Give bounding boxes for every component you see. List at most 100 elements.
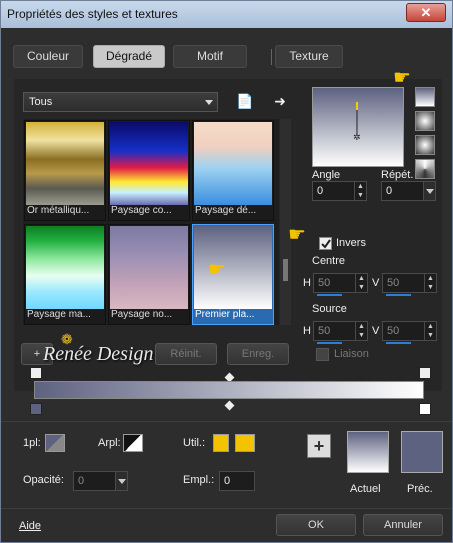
gradient-swatch[interactable]: Paysage dé... bbox=[192, 120, 274, 221]
opacite-spinner[interactable]: 0 bbox=[73, 471, 128, 491]
angle-spinner[interactable]: 0 ▲ ▼ bbox=[312, 181, 367, 201]
center-label: Centre bbox=[312, 255, 346, 267]
center-h-spinner[interactable]: 50 ▲ ▼ bbox=[313, 273, 368, 296]
arrow-right-icon[interactable]: ➜ bbox=[272, 93, 288, 109]
swatch-label: Paysage no... bbox=[111, 309, 173, 320]
library-selected: Tous bbox=[29, 96, 53, 108]
spinner-arrows-icon[interactable]: ▲ ▼ bbox=[355, 274, 367, 292]
center-v-slider[interactable] bbox=[386, 294, 411, 296]
center-h-label: H bbox=[303, 277, 311, 289]
save-button[interactable]: Enreg. bbox=[227, 343, 289, 365]
gradient-swatch[interactable]: Or métalliqu... bbox=[24, 120, 106, 221]
foreground-mode-button[interactable] bbox=[45, 434, 65, 452]
source-h-value: 50 bbox=[318, 325, 331, 337]
source-v-value: 50 bbox=[387, 325, 400, 337]
chevron-down-icon[interactable] bbox=[115, 472, 127, 490]
swatch-label: Paysage co... bbox=[111, 205, 172, 216]
gradient-editor-bar[interactable] bbox=[34, 381, 424, 399]
empl-label: Empl.: bbox=[183, 474, 215, 486]
invert-label: Invers bbox=[336, 237, 366, 249]
previous-swatch[interactable] bbox=[401, 431, 443, 473]
source-v-spinner[interactable]: 50 ▲ ▼ bbox=[382, 321, 437, 344]
spinner-arrows-icon[interactable]: ▲ ▼ bbox=[355, 322, 367, 340]
repeat-spinner[interactable]: 0 bbox=[381, 181, 436, 201]
swatch-label: Or métalliqu... bbox=[27, 205, 90, 216]
tab-couleur[interactable]: Couleur bbox=[13, 45, 83, 68]
gradient-color-stop-bottom-right[interactable] bbox=[419, 403, 431, 415]
opacite-label: Opacité: bbox=[23, 474, 64, 486]
util-label: Util.: bbox=[183, 437, 205, 449]
source-h-spinner[interactable]: 50 ▲ ▼ bbox=[313, 321, 368, 344]
gradient-swatch[interactable]: Paysage no... bbox=[108, 224, 190, 325]
pointing-hand-icon: ☛ bbox=[208, 259, 226, 281]
document-icon[interactable]: 📄 bbox=[236, 93, 253, 109]
sunburst-style-button[interactable] bbox=[415, 159, 435, 179]
empl-field[interactable]: 0 bbox=[219, 471, 255, 491]
spinner-arrows-icon[interactable]: ▲ ▼ bbox=[424, 274, 436, 292]
source-h-slider[interactable] bbox=[317, 342, 342, 344]
opacite-value: 0 bbox=[78, 475, 85, 487]
scrollbar-thumb[interactable] bbox=[283, 259, 288, 281]
center-h-slider[interactable] bbox=[317, 294, 342, 296]
gradient-preview[interactable]: ✲ bbox=[312, 87, 404, 167]
swatch-gradient bbox=[110, 226, 188, 309]
divider bbox=[1, 421, 452, 422]
center-v-spinner[interactable]: 50 ▲ ▼ bbox=[382, 273, 437, 296]
gradient-color-stop-top-left[interactable] bbox=[30, 367, 42, 379]
spinner-arrows-icon[interactable]: ▲ ▼ bbox=[424, 322, 436, 340]
swatch-gradient bbox=[26, 226, 104, 309]
tab-motif[interactable]: Motif bbox=[173, 45, 247, 68]
gradient-color-stop-top-right[interactable] bbox=[419, 367, 431, 379]
tab-degrade[interactable]: Dégradé bbox=[93, 45, 165, 68]
invert-checkbox[interactable] bbox=[319, 237, 332, 250]
previous-label: Préc. bbox=[407, 483, 433, 495]
midpoint-marker-bottom[interactable] bbox=[224, 400, 235, 411]
util-color-2[interactable] bbox=[235, 434, 255, 452]
link-checkbox[interactable] bbox=[316, 348, 329, 361]
arpl-label: Arpl: bbox=[98, 437, 121, 449]
ok-button[interactable]: OK bbox=[276, 514, 356, 536]
add-swatch-button[interactable]: + bbox=[307, 434, 331, 458]
angle-handle-icon: ✲ bbox=[353, 102, 361, 143]
gradient-color-stop-bottom-left[interactable] bbox=[30, 403, 42, 415]
pointing-hand-icon: ☛ bbox=[288, 224, 306, 246]
current-swatch[interactable] bbox=[347, 431, 389, 473]
background-mode-button[interactable] bbox=[123, 434, 143, 452]
gradient-grid: Or métalliqu... Paysage co... Paysage dé… bbox=[23, 119, 279, 325]
swatch-gradient bbox=[110, 122, 188, 205]
swatch-gradient bbox=[194, 122, 272, 205]
swatch-label: Paysage dé... bbox=[195, 205, 257, 216]
window-title: Propriétés des styles et textures bbox=[7, 7, 178, 21]
gradient-swatch[interactable]: Paysage ma... bbox=[24, 224, 106, 325]
swatch-gradient bbox=[194, 226, 272, 309]
swatch-label: Premier pla... bbox=[195, 309, 255, 320]
svg-text:✲: ✲ bbox=[353, 133, 361, 143]
watermark: Renée Design bbox=[43, 343, 154, 365]
chevron-down-icon bbox=[205, 100, 213, 105]
gradient-swatch[interactable]: Paysage co... bbox=[108, 120, 190, 221]
util-color-1[interactable] bbox=[213, 434, 229, 452]
reset-button[interactable]: Réinit. bbox=[155, 343, 217, 365]
spinner-arrows-icon[interactable]: ▲ ▼ bbox=[354, 182, 366, 200]
center-v-label: V bbox=[372, 277, 380, 289]
current-label: Actuel bbox=[350, 483, 381, 495]
tab-texture[interactable]: Texture bbox=[275, 45, 343, 68]
link-label: Liaison bbox=[334, 348, 369, 360]
radial-style-button[interactable] bbox=[415, 135, 435, 155]
rectangular-style-button[interactable] bbox=[415, 111, 435, 131]
tab-divider bbox=[271, 49, 272, 65]
swatch-label: Paysage ma... bbox=[27, 309, 91, 320]
source-h-label: H bbox=[303, 325, 311, 337]
chevron-down-icon[interactable] bbox=[423, 182, 435, 200]
source-label: Source bbox=[312, 303, 347, 315]
source-v-slider[interactable] bbox=[386, 342, 411, 344]
help-link[interactable]: Aide bbox=[19, 520, 41, 532]
close-button[interactable]: ✕ bbox=[406, 3, 446, 22]
opacity-label: 1pl: bbox=[23, 437, 41, 449]
linear-style-button[interactable] bbox=[415, 87, 435, 107]
repeat-label: Répét. bbox=[381, 169, 414, 181]
gradient-swatch-selected[interactable]: Premier pla... bbox=[192, 224, 274, 325]
empl-value: 0 bbox=[224, 475, 231, 487]
library-dropdown[interactable]: Tous bbox=[23, 92, 218, 112]
cancel-button[interactable]: Annuler bbox=[363, 514, 443, 536]
